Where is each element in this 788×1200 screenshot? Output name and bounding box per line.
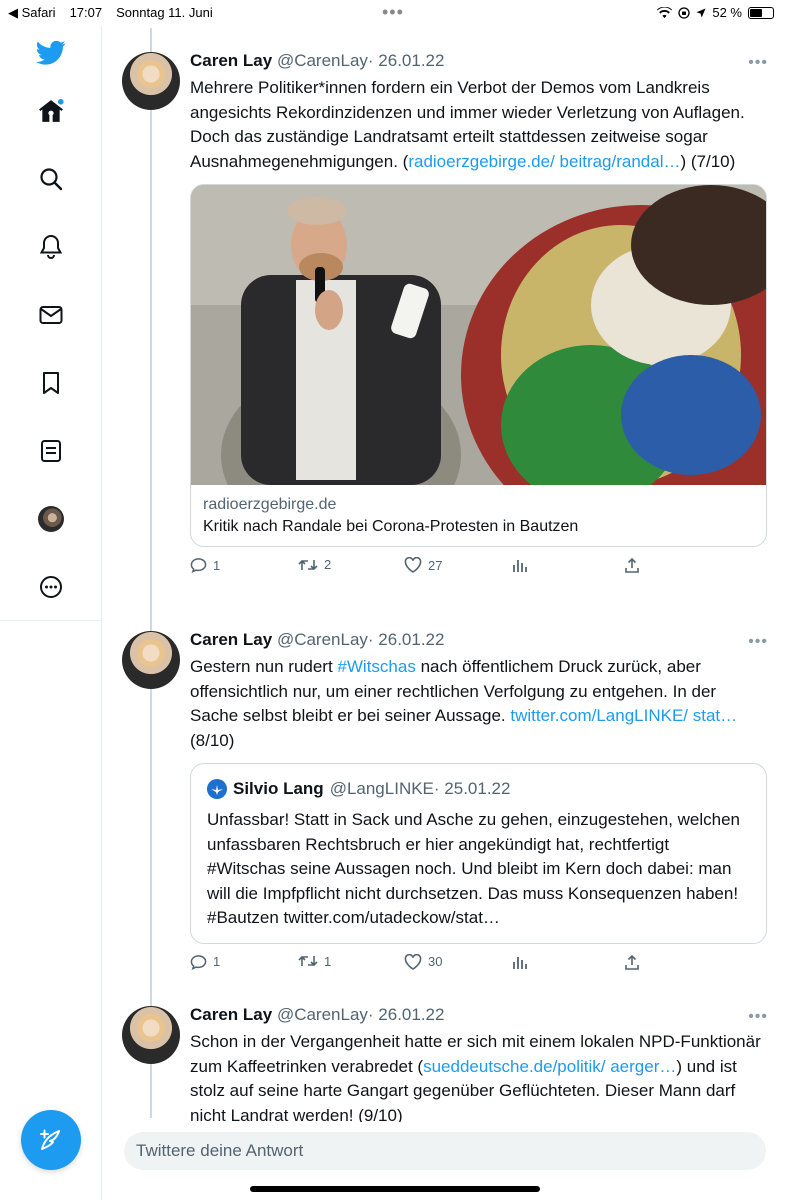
sidebar-divider bbox=[0, 620, 102, 621]
more-circle-icon[interactable] bbox=[36, 572, 66, 602]
retweet-count: 2 bbox=[324, 557, 332, 572]
tweet-header: Caren Lay @CarenLay· 26.01.22 bbox=[190, 50, 768, 72]
author-handle[interactable]: @CarenLay bbox=[277, 1005, 368, 1024]
analytics-button[interactable] bbox=[512, 954, 528, 970]
analytics-button[interactable] bbox=[512, 557, 528, 573]
reply-count: 1 bbox=[213, 954, 221, 969]
card-title: Kritik nach Randale bei Corona-Protesten… bbox=[203, 518, 579, 535]
tweet-date[interactable]: · 26.01.22 bbox=[368, 630, 445, 649]
reply-icon bbox=[190, 954, 207, 970]
reply-button[interactable]: 1 bbox=[190, 954, 220, 970]
quote-text: Unfassbar! Statt in Sack und Asche zu ge… bbox=[207, 810, 741, 927]
like-count: 30 bbox=[428, 954, 443, 969]
analytics-icon bbox=[513, 560, 527, 572]
status-bar: ◀ Safari 17:07 Sonntag 11. Juni ••• 52 % bbox=[0, 0, 788, 26]
tweet-text: Gestern nun rudert #Witschas nach öffent… bbox=[190, 657, 738, 750]
author-handle[interactable]: @CarenLay bbox=[277, 51, 368, 70]
author-name[interactable]: Caren Lay bbox=[190, 51, 272, 70]
card-image bbox=[191, 185, 766, 485]
more-options-icon[interactable]: ••• bbox=[748, 633, 768, 651]
tweet[interactable]: Caren Lay @CarenLay· 26.01.22 ••• Schon … bbox=[122, 1004, 772, 1122]
retweet-count: 1 bbox=[324, 953, 332, 969]
tweet-header: Caren Lay @CarenLay· 26.01.22 bbox=[190, 629, 768, 651]
like-count: 27 bbox=[428, 557, 443, 573]
author-avatar[interactable] bbox=[122, 631, 180, 689]
quote-date: · 25.01.22 bbox=[433, 779, 511, 798]
tweet-link[interactable]: sueddeutsche.de/politik/ aerger… bbox=[423, 1057, 676, 1076]
retweet-button[interactable]: 1 bbox=[298, 954, 331, 969]
more-options-icon[interactable]: ••• bbox=[748, 54, 768, 72]
back-to-app-link[interactable]: ◀ Safari bbox=[8, 5, 56, 21]
dove-logo-icon bbox=[211, 785, 223, 795]
thread-connector-line bbox=[150, 28, 152, 1118]
tweet-actions: 1 2 27 bbox=[190, 557, 768, 579]
tweet-text: Mehrere Politiker*innen fordern ein Verb… bbox=[190, 78, 745, 171]
link-preview-card[interactable]: radioerzgebirge.de Kritik nach Randale b… bbox=[190, 184, 767, 547]
home-indicator[interactable] bbox=[250, 1186, 540, 1192]
author-name[interactable]: Caren Lay bbox=[190, 630, 272, 649]
share-icon bbox=[625, 557, 639, 573]
status-time: 17:07 bbox=[69, 5, 103, 20]
messages-envelope-icon[interactable] bbox=[36, 300, 66, 330]
reply-input[interactable]: Twittere deine Antwort bbox=[124, 1132, 766, 1170]
reply-placeholder: Twittere deine Antwort bbox=[136, 1141, 304, 1160]
share-icon bbox=[625, 954, 639, 970]
sidebar bbox=[0, 26, 102, 1200]
author-avatar[interactable] bbox=[122, 52, 180, 110]
status-date: Sonntag 11. Juni bbox=[116, 5, 213, 20]
battery-percentage: 52 % bbox=[712, 5, 742, 20]
share-button[interactable] bbox=[624, 557, 640, 574]
compose-tweet-button[interactable] bbox=[21, 1110, 81, 1170]
quoted-tweet[interactable]: Silvio Lang @LangLINKE · 25.01.22 Unfassb… bbox=[190, 763, 767, 944]
heart-icon bbox=[404, 557, 422, 573]
battery-icon bbox=[748, 6, 774, 19]
reply-count: 1 bbox=[213, 557, 221, 573]
author-avatar[interactable] bbox=[122, 1006, 180, 1064]
tweet-date[interactable]: · 26.01.22 bbox=[368, 51, 445, 70]
card-domain: radioerzgebirge.de bbox=[203, 496, 337, 513]
twitter-logo-icon[interactable] bbox=[36, 38, 66, 68]
quote-author-name[interactable]: Silvio Lang bbox=[233, 778, 324, 800]
author-name[interactable]: Caren Lay bbox=[190, 1005, 272, 1024]
lists-icon[interactable] bbox=[36, 436, 66, 466]
hashtag-link[interactable]: #Witschas bbox=[337, 657, 415, 676]
wifi-icon bbox=[657, 6, 673, 18]
more-options-icon[interactable]: ••• bbox=[748, 1008, 768, 1026]
share-button[interactable] bbox=[624, 954, 640, 971]
quote-header: Silvio Lang @LangLINKE · 25.01.22 bbox=[207, 778, 750, 800]
notifications-bell-icon[interactable] bbox=[36, 232, 66, 262]
profile-avatar-icon[interactable] bbox=[36, 504, 66, 534]
tweet-header: Caren Lay @CarenLay· 26.01.22 bbox=[190, 1004, 768, 1026]
tweet-link[interactable]: twitter.com/LangLINKE/ stat… bbox=[510, 706, 737, 725]
retweet-button[interactable]: 2 bbox=[298, 557, 331, 572]
reply-button[interactable]: 1 bbox=[190, 557, 220, 573]
retweet-icon bbox=[298, 559, 318, 570]
quote-author-handle[interactable]: @LangLINKE bbox=[330, 778, 434, 800]
retweet-icon bbox=[298, 955, 318, 967]
tweet-date[interactable]: · 26.01.22 bbox=[368, 1005, 445, 1024]
location-arrow-icon bbox=[696, 8, 706, 17]
compose-tweet-icon bbox=[40, 1129, 60, 1150]
like-button[interactable]: 30 bbox=[404, 953, 443, 970]
orientation-lock-icon bbox=[678, 6, 691, 19]
quote-author-avatar[interactable] bbox=[207, 779, 227, 799]
analytics-icon bbox=[513, 956, 527, 969]
author-handle[interactable]: @CarenLay bbox=[277, 630, 368, 649]
tweet-link[interactable]: radioerzgebirge.de/ beitrag/randal… bbox=[408, 152, 680, 171]
tweet-text: Schon in der Vergangenheit hatte er sich… bbox=[190, 1032, 761, 1122]
heart-icon bbox=[404, 953, 422, 970]
home-icon[interactable] bbox=[36, 96, 66, 126]
tweet-actions: 1 1 30 bbox=[190, 953, 768, 976]
bookmark-icon[interactable] bbox=[36, 368, 66, 398]
multitasking-dots-icon[interactable]: ••• bbox=[382, 2, 404, 23]
like-button[interactable]: 27 bbox=[404, 557, 442, 573]
search-icon[interactable] bbox=[36, 164, 66, 194]
reply-icon bbox=[190, 558, 207, 573]
